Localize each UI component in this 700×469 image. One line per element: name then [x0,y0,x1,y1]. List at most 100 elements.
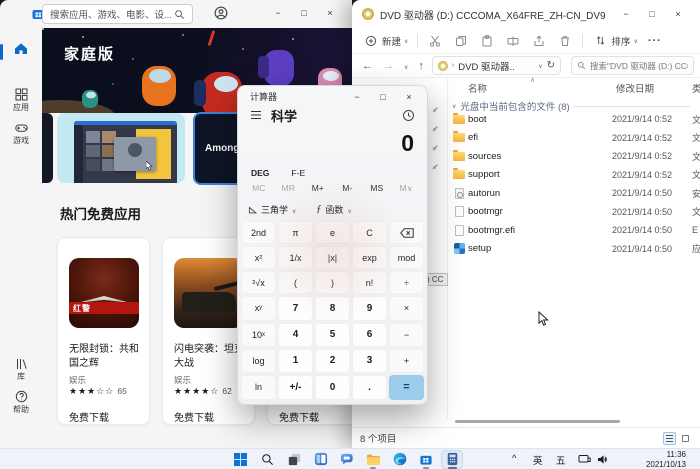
delete-button[interactable] [552,30,578,52]
file-row[interactable]: sources 2021/9/14 0:52 文 [448,147,700,166]
carousel-previous-slide[interactable] [42,113,53,183]
column-header-type[interactable]: 类 [692,81,700,95]
free-download-button[interactable]: 免费下载 [279,409,319,424]
taskbar-clock[interactable]: 11:36 2021/10/13 [630,450,686,469]
store-search-input[interactable]: 搜索应用、游戏、电影、设... [42,4,193,24]
paste-button[interactable] [474,30,500,52]
calc-key[interactable]: ( [278,271,313,294]
key-equals[interactable]: = [389,375,424,400]
key-multiply[interactable]: × [389,296,424,320]
key-1[interactable]: 1 [278,349,313,373]
breadcrumb[interactable]: › DVD 驱动器.. [432,56,561,75]
calculator-taskbar-button[interactable] [444,451,460,467]
memory-recall-button[interactable]: MR [274,183,304,200]
key-clear[interactable]: C [352,221,387,244]
large-icons-view-button[interactable] [679,432,692,445]
collapse-chevron-icon[interactable]: ∨ [452,103,456,110]
ime-language-indicator[interactable]: 英 [533,453,543,467]
task-view-button[interactable] [286,451,302,467]
calc-key[interactable]: mod [389,246,424,269]
sidebar-item-home[interactable] [0,42,42,56]
column-header-name[interactable]: 名称 [468,81,487,95]
carousel-tile-video-app[interactable]: P! [57,113,185,183]
key-plusminus[interactable]: +/- [278,375,313,400]
sidebar-item-games[interactable]: 游戏 [0,122,42,146]
refresh-icon[interactable] [547,60,555,71]
sort-button[interactable]: 排序 [587,30,642,52]
key-9[interactable]: 9 [352,296,387,320]
memory-store-button[interactable]: MS [362,183,392,200]
calc-key[interactable]: 1/x [278,246,313,269]
taskbar-search-button[interactable] [259,451,275,467]
calc-key[interactable]: ln [241,375,276,400]
file-row[interactable]: support 2021/9/14 0:52 文 [448,166,700,185]
key-8[interactable]: 8 [315,296,350,320]
calc-key[interactable]: n! [352,271,387,294]
key-add[interactable]: + [389,349,424,373]
app-card[interactable]: 红警 无限封锁：共和国之辉 娱乐 ★★★☆☆65 免费下载 [57,237,150,425]
store-minimize-button[interactable]: − [268,5,288,21]
more-button[interactable] [643,30,667,52]
chat-button[interactable] [339,451,355,467]
explorer-minimize-button[interactable]: − [616,6,636,22]
ime-mode-indicator[interactable]: 五 [556,453,566,467]
column-header-date[interactable]: 修改日期 [616,81,654,95]
key-3[interactable]: 3 [352,349,387,373]
calc-close-button[interactable]: × [401,89,417,105]
widgets-button[interactable] [313,451,329,467]
store-taskbar-button[interactable] [418,451,434,467]
share-button[interactable] [526,30,552,52]
angle-unit-button[interactable]: DEG [251,168,269,183]
key-divide[interactable]: ÷ [389,271,424,294]
cut-button[interactable] [422,30,448,52]
memory-flyout-button[interactable]: M∨ [392,183,422,200]
sidebar-item-library[interactable]: 库 [0,358,42,382]
forward-button[interactable] [383,60,394,72]
file-row[interactable]: bootmgr.efi 2021/9/14 0:50 E [448,221,700,240]
key-7[interactable]: 7 [278,296,313,320]
function-dropdown[interactable]: ƒ 函数 [316,203,351,216]
breadcrumb-location[interactable]: DVD 驱动器.. [458,59,534,73]
key-2[interactable]: 2 [315,349,350,373]
key-5[interactable]: 5 [315,323,350,347]
calculator-mode[interactable]: 科学 [271,106,402,125]
new-button[interactable]: 新建 [358,30,413,52]
file-row[interactable]: efi 2021/9/14 0:52 文 [448,129,700,148]
calc-minimize-button[interactable]: − [349,89,365,105]
calc-key[interactable]: π [278,221,313,244]
calc-key[interactable]: log [241,349,276,373]
key-backspace[interactable] [389,221,424,244]
file-row[interactable]: boot 2021/9/14 0:52 文 [448,110,700,129]
key-6[interactable]: 6 [352,323,387,347]
calc-key[interactable]: xʸ [241,296,276,320]
file-row[interactable]: bootmgr 2021/9/14 0:50 文 [448,203,700,222]
explorer-search-input[interactable]: 搜索"DVD 驱动器 (D:) CCC... [571,56,694,75]
explorer-maximize-button[interactable]: □ [642,6,662,22]
free-download-button[interactable]: 免费下载 [174,409,214,424]
calc-key[interactable]: 10ˣ [241,323,276,347]
calc-key[interactable]: 2nd [241,221,276,244]
free-download-button[interactable]: 免费下载 [69,409,109,424]
calc-maximize-button[interactable]: □ [375,89,391,105]
start-button[interactable] [232,451,248,467]
rename-button[interactable] [500,30,526,52]
hamburger-icon[interactable] [250,110,262,120]
store-close-button[interactable]: × [320,5,340,21]
explorer-close-button[interactable]: × [668,6,688,22]
calc-key[interactable]: x² [241,246,276,269]
network-icon[interactable] [576,451,592,467]
up-button[interactable] [418,60,424,72]
key-0[interactable]: 0 [315,375,350,400]
horizontal-scrollbar[interactable] [455,420,620,423]
key-subtract[interactable]: − [389,323,424,347]
key-decimal[interactable]: . [352,375,387,400]
file-explorer-taskbar-button[interactable] [365,451,381,467]
calc-key[interactable]: e [315,221,350,244]
fe-button[interactable]: F-E [291,168,305,183]
file-row[interactable]: setup 2021/9/14 0:50 应 [448,240,700,259]
account-icon[interactable] [214,6,228,20]
hidden-icons-chevron[interactable]: ^ [512,453,516,464]
trigonometry-dropdown[interactable]: 三角学 [248,203,296,216]
calc-key[interactable]: ) [315,271,350,294]
calc-key[interactable]: |x| [315,246,350,269]
